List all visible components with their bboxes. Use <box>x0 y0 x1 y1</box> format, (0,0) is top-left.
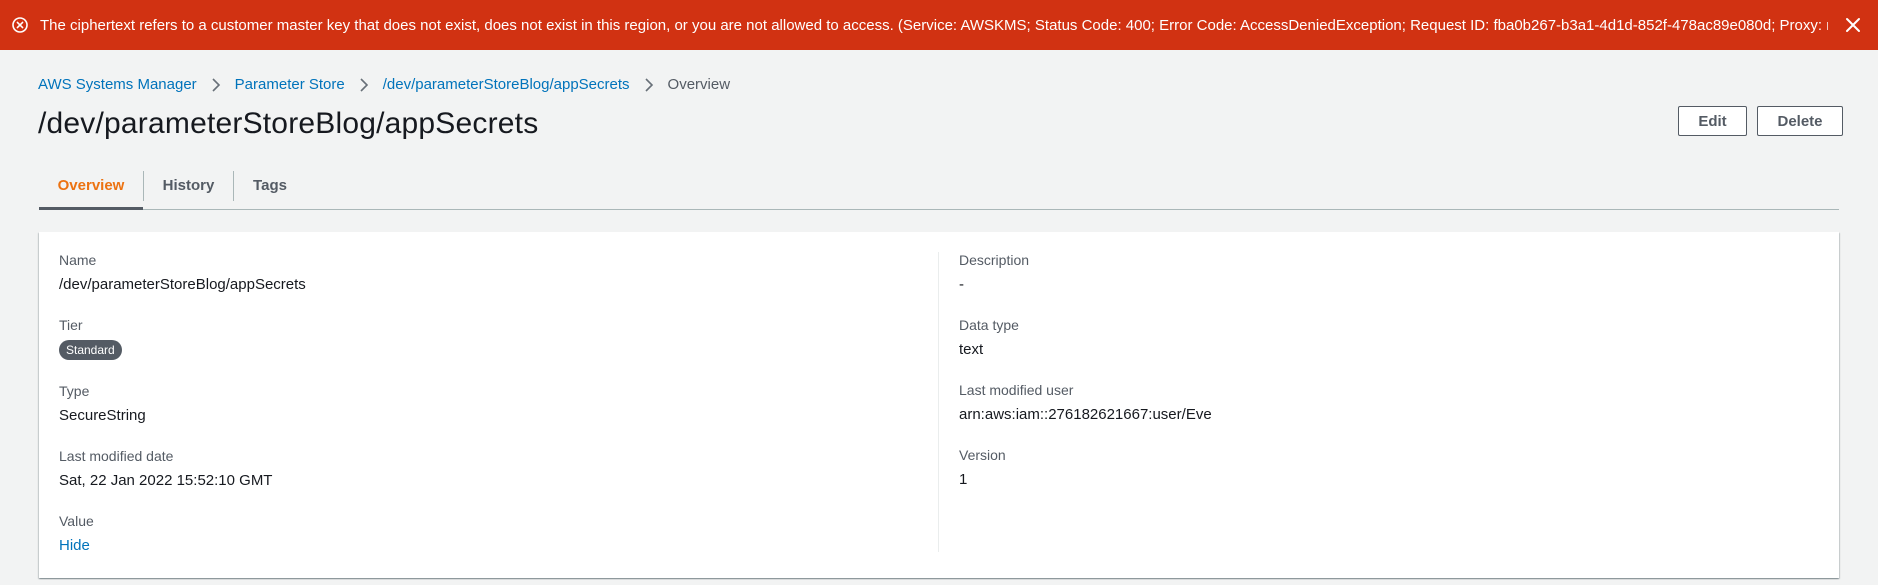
last-modified-user-value: arn:aws:iam::276182621667:user/Eve <box>959 406 1212 423</box>
tab-history[interactable]: History <box>144 162 233 209</box>
name-value: /dev/parameterStoreBlog/appSecrets <box>59 276 306 293</box>
last-modified-date-field: Last modified date Sat, 22 Jan 2022 15:5… <box>59 448 272 489</box>
parameter-details-panel: Name /dev/parameterStoreBlog/appSecrets … <box>39 232 1839 578</box>
description-field: Description - <box>959 252 1029 293</box>
close-icon[interactable] <box>1828 0 1878 50</box>
name-label: Name <box>59 252 97 268</box>
data-type-value: text <box>959 341 984 358</box>
error-flashbar: The ciphertext refers to a customer mast… <box>0 0 1878 50</box>
last-modified-user-label: Last modified user <box>959 382 1074 398</box>
type-field: Type SecureString <box>59 383 146 424</box>
tab-overview[interactable]: Overview <box>39 162 143 210</box>
chevron-right-icon <box>644 77 654 92</box>
last-modified-user-field: Last modified user arn:aws:iam::27618262… <box>959 382 1212 423</box>
description-label: Description <box>959 252 1030 268</box>
breadcrumb-current: Overview <box>667 76 731 93</box>
delete-button[interactable]: Delete <box>1757 106 1843 136</box>
hide-value-link[interactable]: Hide <box>59 537 94 554</box>
last-modified-date-label: Last modified date <box>59 448 174 464</box>
value-field: Value Hide <box>59 513 94 554</box>
chevron-right-icon <box>211 77 221 92</box>
tab-tags[interactable]: Tags <box>234 162 306 209</box>
version-label: Version <box>959 447 1006 463</box>
type-value: SecureString <box>59 407 146 424</box>
name-field: Name /dev/parameterStoreBlog/appSecrets <box>59 252 306 293</box>
value-label: Value <box>59 513 94 529</box>
chevron-right-icon <box>359 77 369 92</box>
page-title: /dev/parameterStoreBlog/appSecrets <box>38 107 539 140</box>
description-value: - <box>959 276 964 293</box>
type-label: Type <box>59 383 90 399</box>
error-circle-icon <box>0 17 40 33</box>
breadcrumb-link-parameter-store[interactable]: Parameter Store <box>235 76 345 93</box>
tier-badge: Standard <box>59 340 122 360</box>
breadcrumb-link-systems-manager[interactable]: AWS Systems Manager <box>38 76 197 93</box>
version-field: Version 1 <box>959 447 1006 488</box>
version-value: 1 <box>959 471 968 488</box>
data-type-label: Data type <box>959 317 1019 333</box>
tab-bar: Overview History Tags <box>39 162 1839 210</box>
last-modified-date-value: Sat, 22 Jan 2022 15:52:10 GMT <box>59 472 273 489</box>
error-message: The ciphertext refers to a customer mast… <box>40 16 1828 34</box>
column-divider <box>938 252 939 552</box>
breadcrumb: AWS Systems Manager Parameter Store /dev… <box>38 76 730 93</box>
data-type-field: Data type text <box>959 317 1019 358</box>
tier-label: Tier <box>59 317 83 333</box>
edit-button[interactable]: Edit <box>1678 106 1747 136</box>
tier-field: Tier Standard <box>59 317 122 360</box>
breadcrumb-link-parameter[interactable]: /dev/parameterStoreBlog/appSecrets <box>383 76 630 93</box>
